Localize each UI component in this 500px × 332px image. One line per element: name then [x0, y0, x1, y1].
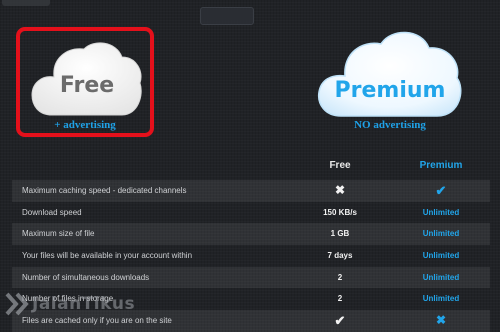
premium-cloud-icon: Premium — [315, 26, 465, 120]
table-row: Download speed 150 KB/s Unlimited — [12, 202, 490, 224]
free-value: 1 GB — [330, 229, 350, 239]
watermark-text: JalanTikus — [32, 294, 136, 314]
column-header-free: Free — [329, 160, 351, 171]
top-bar — [0, 0, 500, 25]
feature-label: Maximum size of file — [22, 229, 95, 239]
free-plan-card[interactable]: Free + advertising — [16, 27, 154, 137]
column-header-premium: Premium — [419, 160, 463, 171]
checkmark-icon: ✔ — [334, 313, 346, 329]
premium-value: Unlimited — [422, 294, 460, 304]
free-value: 150 KB/s — [323, 207, 357, 217]
feature-label: Your files will be available in your acc… — [22, 251, 193, 261]
feature-label: Maximum caching speed - dedicated channe… — [22, 186, 187, 195]
table-row: Your files will be available in your acc… — [12, 245, 490, 267]
watermark-logo: JalanTikus — [4, 288, 164, 320]
free-cloud-icon: Free — [30, 35, 144, 119]
table-row: Number of simultaneous downloads 2 Unlim… — [12, 266, 490, 289]
premium-plan-subtitle: NO advertising — [354, 119, 426, 131]
feature-label: Download speed — [22, 207, 82, 217]
free-value: 7 days — [327, 251, 353, 261]
table-row: Maximum caching speed - dedicated channe… — [12, 180, 490, 202]
top-left-tab[interactable] — [2, 0, 50, 6]
cross-icon: ✖ — [435, 313, 447, 328]
chevron-right-icon — [5, 292, 29, 316]
premium-plan-label: Premium — [334, 78, 446, 103]
premium-value: Unlimited — [422, 207, 460, 217]
feature-label: Number of simultaneous downloads — [22, 272, 150, 282]
free-plan-subtitle: + advertising — [54, 119, 116, 131]
table-row: Maximum size of file 1 GB Unlimited — [12, 223, 490, 246]
premium-plan-card[interactable]: Premium NO advertising — [315, 24, 465, 134]
premium-value: Unlimited — [422, 251, 460, 261]
cross-icon: ✖ — [334, 183, 346, 197]
top-button[interactable] — [200, 7, 254, 25]
free-value: 2 — [337, 294, 343, 304]
checkmark-icon: ✔ — [435, 183, 447, 198]
free-plan-label: Free — [59, 73, 115, 98]
free-value: 2 — [337, 272, 343, 282]
premium-value: Unlimited — [422, 272, 460, 282]
premium-value: Unlimited — [422, 229, 460, 239]
